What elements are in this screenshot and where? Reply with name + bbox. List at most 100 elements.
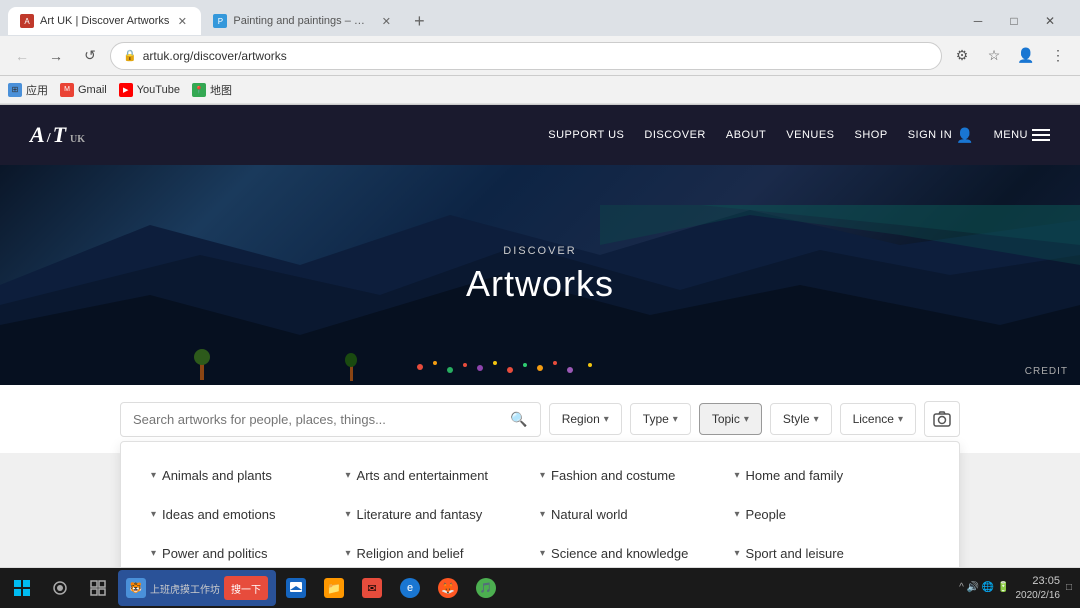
start-button[interactable] [4,570,40,606]
topic-chevron-icon: ▾ [744,414,749,425]
search-input[interactable] [133,412,502,427]
bookmark-apps[interactable]: ⊞ 应用 [8,82,48,98]
nav-support-us[interactable]: SUPPORT US [548,129,624,141]
browser-chrome: A Art UK | Discover Artworks ✕ P Paintin… [0,0,1080,105]
topic-dropdown: ▾ Animals and plants ▾ Arts and entertai… [120,441,960,567]
region-chevron-icon: ▾ [604,414,609,425]
tab-paintings[interactable]: P Painting and paintings – Gall... ✕ [201,7,405,35]
task-view-button[interactable] [80,570,116,606]
bookmark-map[interactable]: 📍 地图 [192,82,232,98]
nav-discover[interactable]: DISCOVER [644,129,705,141]
extensions-button[interactable]: ⚙ [948,42,976,70]
search-icon[interactable]: 🔍 [510,411,527,428]
taskbar-left: 🐯 上班虎摸工作坊 搜一下 📁 ✉ e 🦊 🎵 [0,570,508,606]
search-box[interactable]: 🔍 [120,402,541,437]
nav-shop[interactable]: SHOP [855,129,888,141]
taskbar-icon-6[interactable]: 🎵 [468,570,504,606]
category-animals-plants[interactable]: ▾ Animals and plants [151,462,346,489]
taskbar-app-icon: 🐯 [126,578,146,598]
category-sport-leisure[interactable]: ▾ Sport and leisure [735,540,930,567]
nav-venues[interactable]: VENUES [786,129,834,141]
account-button[interactable]: 👤 [1012,42,1040,70]
nav-about[interactable]: ABOUT [726,129,766,141]
tab-favicon-1: A [20,14,34,28]
taskbar-icon-4[interactable]: e [392,570,428,606]
category-religion-belief[interactable]: ▾ Religion and belief [346,540,541,567]
hero-discover-label: DISCOVER [466,245,614,257]
taskbar-icon-2[interactable]: 📁 [316,570,352,606]
tab-artuk[interactable]: A Art UK | Discover Artworks ✕ [8,7,201,35]
dropdown-grid: ▾ Animals and plants ▾ Arts and entertai… [151,462,929,567]
tab-favicon-2: P [213,14,227,28]
style-chevron-icon: ▾ [814,414,819,425]
category-fashion-costume[interactable]: ▾ Fashion and costume [540,462,735,489]
tray-icons: ^ 🔊 🌐 🔋 [959,582,1009,593]
tab-close-1[interactable]: ✕ [175,14,189,28]
maximize-button[interactable]: □ [1000,7,1028,35]
category-people[interactable]: ▾ People [735,501,930,528]
tab-bar: A Art UK | Discover Artworks ✕ P Paintin… [0,0,1080,36]
category-power-politics[interactable]: ▾ Power and politics [151,540,346,567]
chevron-icon: ▾ [735,548,740,559]
chevron-icon: ▾ [735,470,740,481]
apps-icon: ⊞ [8,83,22,97]
chevron-icon: ▾ [151,548,156,559]
tab-close-2[interactable]: ✕ [379,14,393,28]
cortana-button[interactable] [42,570,78,606]
gmail-icon: M [60,83,74,97]
category-arts-entertainment[interactable]: ▾ Arts and entertainment [346,462,541,489]
category-natural-world[interactable]: ▾ Natural world [540,501,735,528]
chevron-icon: ▾ [735,509,740,520]
show-desktop-button[interactable]: □ [1066,582,1072,593]
tab-label-2: Painting and paintings – Gall... [233,15,373,27]
address-bar: ← → ↺ 🔒 artuk.org/discover/artworks ⚙ ☆ … [0,36,1080,76]
style-filter[interactable]: Style ▾ [770,403,832,435]
camera-icon [933,410,951,428]
site-logo[interactable]: A/T UK [30,122,85,148]
category-home-family[interactable]: ▾ Home and family [735,462,930,489]
region-filter[interactable]: Region ▾ [549,403,622,435]
taskbar-app-item[interactable]: 🐯 上班虎摸工作坊 搜一下 [118,570,276,606]
more-button[interactable]: ⋮ [1044,42,1072,70]
new-tab-button[interactable]: + [405,7,433,35]
url-bar[interactable]: 🔒 artuk.org/discover/artworks [110,42,942,70]
hero-title: Artworks [466,263,614,305]
category-science-knowledge[interactable]: ▾ Science and knowledge [540,540,735,567]
forward-button[interactable]: → [42,42,70,70]
image-search-button[interactable] [924,401,960,437]
licence-filter[interactable]: Licence ▾ [840,403,916,435]
close-window-button[interactable]: ✕ [1036,7,1064,35]
chevron-icon: ▾ [151,509,156,520]
menu-button[interactable]: MENU [994,129,1050,141]
type-filter[interactable]: Type ▾ [630,403,691,435]
category-ideas-emotions[interactable]: ▾ Ideas and emotions [151,501,346,528]
hero-background: DISCOVER Artworks CREDIT [0,165,1080,385]
hero-section: DISCOVER Artworks CREDIT [0,165,1080,385]
system-tray: ^ 🔊 🌐 🔋 [959,582,1009,593]
bookmark-button[interactable]: ☆ [980,42,1008,70]
hero-credit: CREDIT [1025,366,1068,377]
hero-text: DISCOVER Artworks [466,245,614,305]
chevron-icon: ▾ [346,470,351,481]
taskbar-icon-1[interactable] [278,570,314,606]
taskbar-right: ^ 🔊 🌐 🔋 23:05 2020/2/16 □ [959,574,1080,601]
bookmark-youtube[interactable]: ▶ YouTube [119,83,180,97]
category-literature-fantasy[interactable]: ▾ Literature and fantasy [346,501,541,528]
search-button[interactable]: 搜一下 [224,576,268,600]
back-button[interactable]: ← [8,42,36,70]
sign-in-button[interactable]: SIGN IN 👤 [908,127,974,144]
taskbar-icon-3[interactable]: ✉ [354,570,390,606]
chevron-icon: ▾ [346,548,351,559]
person-icon: 👤 [956,127,973,144]
clock: 23:05 2020/2/16 [1015,574,1060,601]
refresh-button[interactable]: ↺ [76,42,104,70]
topic-filter[interactable]: Topic ▾ [699,403,762,435]
minimize-button[interactable]: ─ [964,7,992,35]
bookmark-gmail[interactable]: M Gmail [60,83,107,97]
chevron-icon: ▾ [540,470,545,481]
site-header: A/T UK SUPPORT US DISCOVER ABOUT VENUES … [0,105,1080,165]
hamburger-icon [1032,129,1050,141]
security-icon: 🔒 [123,49,137,62]
chevron-icon: ▾ [151,470,156,481]
taskbar-icon-5[interactable]: 🦊 [430,570,466,606]
